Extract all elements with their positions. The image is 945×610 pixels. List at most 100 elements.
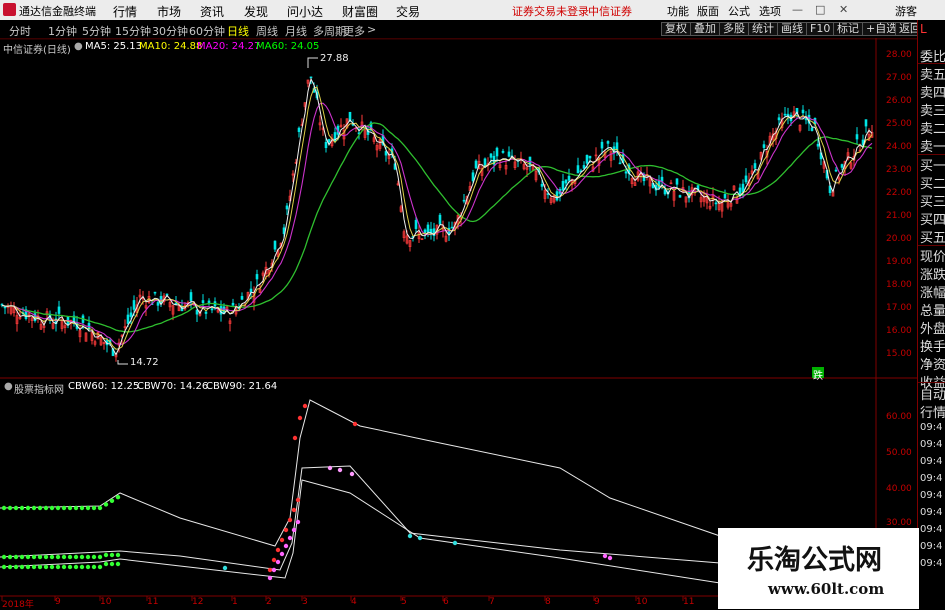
candle-body	[753, 163, 757, 169]
restore-rights-button[interactable]: 复权	[661, 22, 691, 36]
statistics-button[interactable]: 统计	[748, 22, 778, 36]
menu-item-function[interactable]: 功能	[667, 3, 689, 19]
minimize-icon[interactable]: —	[792, 3, 803, 16]
indicator-dot	[607, 555, 613, 561]
time-tick: 4	[351, 597, 357, 607]
draw-line-button[interactable]: 画线	[777, 22, 807, 36]
menu-item-layout[interactable]: 版面	[697, 3, 719, 19]
ma20-value: MA20: 24.27	[197, 41, 261, 52]
candle-body	[204, 311, 208, 314]
chevron-right-icon[interactable]: >	[367, 23, 376, 36]
indicator-dot	[37, 554, 43, 560]
low-price-label: 14.72	[130, 357, 159, 368]
tab-weekly[interactable]: 周线	[256, 23, 278, 39]
candle-body	[489, 153, 493, 158]
indicator-dot	[85, 564, 91, 570]
indicator-dot	[31, 505, 37, 511]
time-tick: 12	[192, 597, 204, 607]
auto-label[interactable]: 自动	[920, 384, 945, 403]
indicator-dot	[349, 471, 355, 477]
menu-item-discover[interactable]: 发现	[244, 3, 268, 20]
indicator-settings-icon[interactable]: ●	[4, 381, 13, 392]
indicator-dot	[97, 505, 103, 511]
menu-item-trade[interactable]: 交易	[396, 3, 420, 20]
candle-body	[777, 117, 781, 121]
indicator-dot	[115, 552, 121, 558]
indicator-dot	[49, 505, 55, 511]
tab-60min[interactable]: 60分钟	[189, 23, 225, 39]
f10-button[interactable]: F10	[806, 22, 835, 36]
indicator-dot	[85, 554, 91, 560]
tab-multi-period[interactable]: 多周期	[313, 23, 346, 39]
candle-body	[561, 181, 565, 191]
settings-icon[interactable]: ●	[74, 41, 83, 52]
price-tick: 25.00	[886, 119, 912, 129]
indicator-dot	[13, 564, 19, 570]
tab-1min[interactable]: 1分钟	[48, 23, 77, 39]
tab-30min[interactable]: 30分钟	[152, 23, 188, 39]
menu-item-formula[interactable]: 公式	[728, 3, 750, 19]
indicator-dot	[37, 564, 43, 570]
menu-item-market[interactable]: 市场	[157, 3, 181, 20]
indicator-dot	[291, 507, 297, 513]
broker-status[interactable]: 中信证券	[588, 3, 632, 19]
time-tick: 8	[545, 597, 551, 607]
quote-label: 买四	[920, 213, 945, 228]
multi-stock-button[interactable]: 多股	[719, 22, 749, 36]
indicator-dot	[49, 564, 55, 570]
watermark: 乐淘公式网 www.60lt.com	[718, 528, 919, 609]
menu-item-wealth[interactable]: 财富圈	[342, 3, 378, 20]
indicator-dot	[43, 554, 49, 560]
quote-stream-label[interactable]: 行情	[920, 402, 945, 421]
tab-timeshare[interactable]: 分时	[9, 23, 31, 39]
indicator-dots	[1, 403, 613, 581]
indicator-dot	[103, 502, 109, 507]
time-tick: 10	[100, 597, 112, 607]
indicator-dot	[61, 554, 67, 560]
price-tick: 19.00	[886, 257, 912, 267]
login-status[interactable]: 证券交易未登录	[512, 3, 589, 19]
menu-item-quotes[interactable]: 行情	[113, 3, 137, 20]
indicator-dot	[49, 554, 55, 560]
candle-body	[540, 183, 544, 187]
candle-body	[240, 296, 244, 300]
close-icon[interactable]: ✕	[839, 3, 848, 16]
candle-body	[450, 226, 454, 229]
indicator-dot	[13, 505, 19, 511]
candle-body	[297, 127, 301, 132]
indicator-dot	[295, 519, 301, 525]
candle-body	[273, 240, 277, 250]
tab-daily[interactable]: 日线	[227, 23, 249, 39]
time-tick: 1	[232, 597, 238, 607]
indicator-dot	[31, 554, 37, 560]
indicator-dot	[91, 505, 97, 511]
menu-item-assistant[interactable]: 问小达	[287, 3, 323, 20]
indicator-dot	[109, 561, 115, 567]
candle-body	[249, 288, 253, 293]
menu-item-options[interactable]: 选项	[759, 3, 781, 19]
mark-button[interactable]: 标记	[833, 22, 863, 36]
app-title: 通达信金融终端	[19, 5, 96, 18]
kline-chart[interactable]	[0, 38, 917, 609]
indicator-dot	[271, 557, 277, 563]
maximize-icon[interactable]: □	[815, 3, 825, 16]
tab-monthly[interactable]: 月线	[285, 23, 307, 39]
candle-body	[855, 134, 859, 140]
indicator-dot	[271, 567, 277, 573]
candle-body	[201, 300, 205, 303]
menu-item-news[interactable]: 资讯	[200, 3, 224, 20]
overlay-button[interactable]: 叠加	[690, 22, 720, 36]
trade-time: 09:4	[920, 507, 943, 518]
quote-label: 买五	[920, 231, 945, 246]
tab-15min[interactable]: 15分钟	[115, 23, 151, 39]
candle-body	[126, 314, 130, 324]
candle-body	[576, 165, 580, 174]
guest-label[interactable]: 游客	[895, 3, 917, 19]
quote-label: 卖一	[920, 140, 945, 155]
quote-label: 外盘	[920, 322, 945, 337]
tab-5min[interactable]: 5分钟	[82, 23, 111, 39]
tab-more[interactable]: 更多	[343, 23, 365, 39]
ma10-line	[1, 86, 873, 350]
candle-body	[231, 302, 235, 306]
indicator-dot	[67, 554, 73, 560]
